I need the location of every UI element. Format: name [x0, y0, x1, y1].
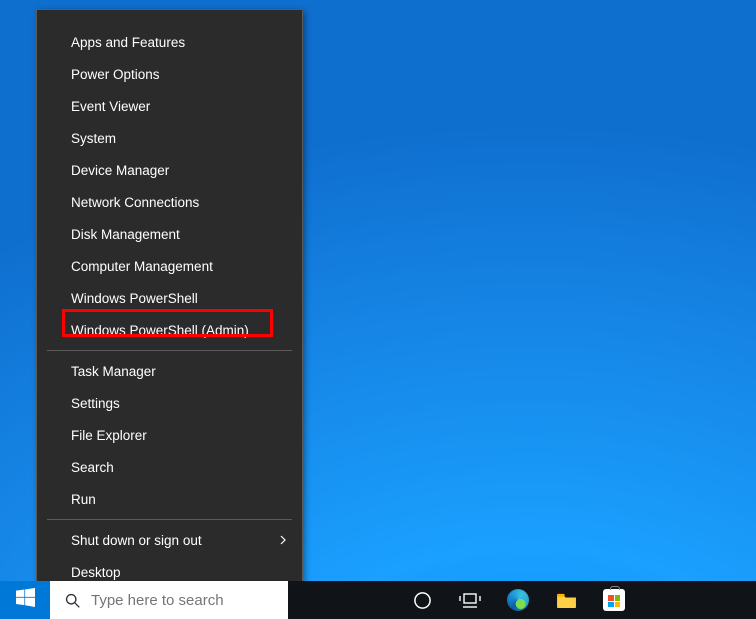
menu-item-label: Event Viewer	[71, 99, 150, 114]
desktop[interactable]: Apps and Features Power Options Event Vi…	[0, 0, 756, 619]
menu-item-label: File Explorer	[71, 428, 147, 443]
menu-item-label: Network Connections	[71, 195, 199, 210]
menu-item-event-viewer[interactable]: Event Viewer	[37, 90, 302, 122]
menu-item-network-connections[interactable]: Network Connections	[37, 186, 302, 218]
menu-item-label: Run	[71, 492, 96, 507]
microsoft-store-button[interactable]	[590, 581, 638, 619]
task-view-icon	[459, 591, 481, 609]
menu-item-device-manager[interactable]: Device Manager	[37, 154, 302, 186]
menu-item-label: Windows PowerShell	[71, 291, 198, 306]
search-input[interactable]	[91, 592, 271, 609]
file-explorer-button[interactable]	[542, 581, 590, 619]
edge-icon	[507, 589, 529, 611]
menu-item-label: Task Manager	[71, 364, 156, 379]
cortana-button[interactable]	[398, 581, 446, 619]
menu-item-computer-management[interactable]: Computer Management	[37, 250, 302, 282]
start-button[interactable]	[0, 581, 50, 619]
menu-item-settings[interactable]: Settings	[37, 387, 302, 419]
menu-item-label: Device Manager	[71, 163, 169, 178]
menu-separator	[47, 519, 292, 520]
menu-item-shut-down-or-sign-out[interactable]: Shut down or sign out	[37, 524, 302, 556]
menu-item-file-explorer[interactable]: File Explorer	[37, 419, 302, 451]
menu-item-label: Shut down or sign out	[71, 533, 202, 548]
store-icon	[603, 589, 625, 611]
menu-item-power-options[interactable]: Power Options	[37, 58, 302, 90]
menu-item-label: Windows PowerShell (Admin)	[71, 323, 249, 338]
menu-item-label: Apps and Features	[71, 35, 185, 50]
menu-item-label: Disk Management	[71, 227, 180, 242]
task-view-button[interactable]	[446, 581, 494, 619]
taskbar-spacer	[288, 581, 398, 619]
search-icon	[64, 592, 81, 609]
menu-item-label: Settings	[71, 396, 120, 411]
menu-separator	[47, 350, 292, 351]
menu-item-label: Desktop	[71, 565, 121, 580]
winx-context-menu: Apps and Features Power Options Event Vi…	[36, 9, 303, 585]
menu-item-label: Power Options	[71, 67, 160, 82]
menu-item-run[interactable]: Run	[37, 483, 302, 515]
menu-item-apps-and-features[interactable]: Apps and Features	[37, 26, 302, 58]
chevron-right-icon	[278, 535, 288, 545]
menu-item-system[interactable]: System	[37, 122, 302, 154]
windows-logo-icon	[16, 588, 35, 612]
taskbar-pinned-icons	[398, 581, 638, 619]
menu-item-windows-powershell[interactable]: Windows PowerShell	[37, 282, 302, 314]
menu-item-search[interactable]: Search	[37, 451, 302, 483]
edge-browser-button[interactable]	[494, 581, 542, 619]
menu-item-windows-powershell-admin[interactable]: Windows PowerShell (Admin)	[37, 314, 302, 346]
taskbar-search-box[interactable]	[50, 581, 288, 619]
menu-item-task-manager[interactable]: Task Manager	[37, 355, 302, 387]
taskbar	[0, 581, 756, 619]
circle-icon	[413, 591, 432, 610]
menu-item-label: Search	[71, 460, 114, 475]
menu-item-label: Computer Management	[71, 259, 213, 274]
menu-item-disk-management[interactable]: Disk Management	[37, 218, 302, 250]
folder-icon	[556, 592, 577, 609]
menu-item-label: System	[71, 131, 116, 146]
